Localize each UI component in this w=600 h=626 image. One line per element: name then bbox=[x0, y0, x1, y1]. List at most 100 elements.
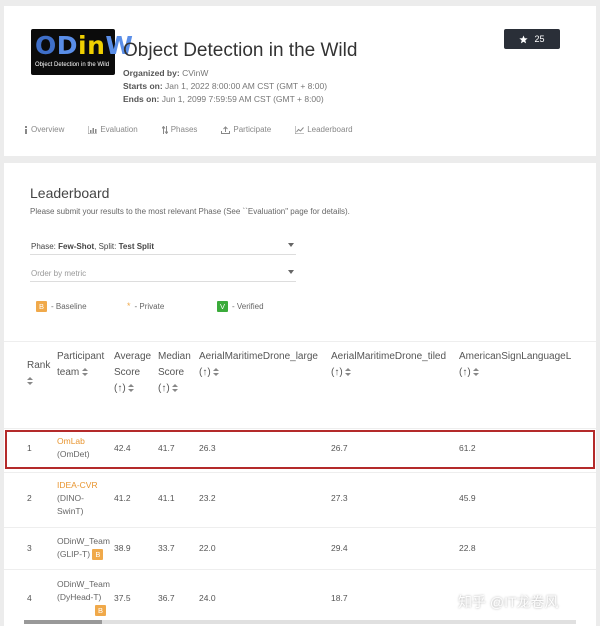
scrollbar-thumb[interactable] bbox=[24, 620, 102, 624]
private-mark: * bbox=[127, 301, 131, 311]
col-aerial-large-header[interactable]: AerialMaritimeDrone_large (↑) bbox=[199, 349, 318, 381]
leaderboard-title: Leaderboard bbox=[30, 185, 110, 201]
score-cell: 18.7 bbox=[331, 593, 348, 603]
avg-cell: 37.5 bbox=[114, 593, 131, 603]
col-median-header[interactable]: Median Score (↑) bbox=[158, 349, 191, 397]
legend-baseline: B - Baseline bbox=[36, 301, 87, 312]
competition-nav: Overview Evaluation Phases Participate L… bbox=[24, 125, 377, 134]
team-cell: ODinW_Team (DyHead-T) B bbox=[57, 578, 110, 616]
tab-overview[interactable]: Overview bbox=[24, 125, 64, 134]
baseline-badge: B bbox=[95, 605, 106, 616]
sort-icon bbox=[345, 367, 352, 377]
score-cell: 22.0 bbox=[199, 543, 216, 553]
upload-icon bbox=[221, 125, 231, 134]
odinw-logo: ODinW Object Detection in the Wild bbox=[31, 29, 133, 75]
col-asl-header[interactable]: AmericanSignLanguageL (↑) bbox=[459, 349, 571, 381]
verified-badge: V bbox=[217, 301, 228, 312]
rank-cell: 2 bbox=[27, 493, 32, 503]
ends-label: Ends on: bbox=[123, 94, 160, 104]
ends-on: Ends on: Jun 1, 2099 7:59:59 AM CST (GMT… bbox=[123, 94, 324, 104]
team-link[interactable]: OmLab bbox=[57, 435, 90, 448]
median-cell: 33.7 bbox=[158, 543, 175, 553]
logo-letter-d: D bbox=[56, 31, 79, 60]
tab-overview-label: Overview bbox=[31, 125, 65, 134]
starts-value: Jan 1, 2022 8:00:00 AM CST (GMT + 8:00) bbox=[165, 81, 328, 91]
team-name[interactable]: ODinW_Team bbox=[57, 535, 110, 548]
order-placeholder: Order by metric bbox=[31, 269, 87, 278]
tab-participate[interactable]: Participate bbox=[221, 125, 271, 134]
team-link[interactable]: IDEA-CVR bbox=[57, 479, 98, 492]
baseline-badge: B bbox=[92, 549, 104, 560]
avg-cell: 38.9 bbox=[114, 543, 131, 553]
split-label: Split: bbox=[98, 242, 117, 251]
score-cell: 22.8 bbox=[459, 543, 476, 553]
star-count: 25 bbox=[534, 34, 545, 44]
avg-cell: 41.2 bbox=[114, 493, 131, 503]
rank-cell: 3 bbox=[27, 543, 32, 553]
median-cell: 36.7 bbox=[158, 593, 175, 603]
median-cell: 41.7 bbox=[158, 443, 175, 453]
score-cell: 61.2 bbox=[459, 443, 476, 453]
sort-icon bbox=[213, 367, 220, 377]
horizontal-scrollbar[interactable] bbox=[24, 620, 576, 624]
score-cell: 45.9 bbox=[459, 493, 476, 503]
tab-leaderboard[interactable]: Leaderboard bbox=[295, 125, 353, 134]
score-cell: 23.2 bbox=[199, 493, 216, 503]
split-value: Test Split bbox=[118, 242, 155, 251]
sort-icon bbox=[82, 367, 89, 377]
info-icon bbox=[25, 125, 27, 134]
score-cell: 27.3 bbox=[331, 493, 348, 503]
sort-icon bbox=[128, 383, 135, 393]
logo-letter-o: O bbox=[35, 31, 57, 60]
chevron-down-icon bbox=[288, 243, 294, 247]
col-team-header[interactable]: Participant team bbox=[57, 349, 104, 381]
tab-participate-label: Participate bbox=[233, 125, 272, 134]
leaderboard-card: Leaderboard Please submit your results t… bbox=[4, 163, 596, 626]
col-aerial-tiled-header[interactable]: AerialMaritimeDrone_tiled (↑) bbox=[331, 349, 446, 381]
divider bbox=[4, 341, 596, 342]
table-row: 3 ODinW_Team (GLIP-T) B 38.9 33.7 22.0 2… bbox=[4, 527, 596, 569]
team-cell: IDEA-CVR (DINO- SwinT) bbox=[57, 479, 98, 516]
line-chart-icon bbox=[295, 125, 305, 134]
col-avg-header[interactable]: Average Score (↑) bbox=[114, 349, 151, 397]
sort-icon bbox=[473, 367, 480, 377]
logo-letters-in: in bbox=[78, 31, 106, 60]
watermark: 知乎 @IT龙卷风 bbox=[458, 594, 559, 610]
ends-value: Jun 1, 2099 7:59:59 AM CST (GMT + 8:00) bbox=[161, 94, 324, 104]
score-cell: 29.4 bbox=[331, 543, 348, 553]
team-cell: OmLab (OmDet) bbox=[57, 435, 90, 459]
score-cell: 24.0 bbox=[199, 593, 216, 603]
table-row: 1 OmLab (OmDet) 42.4 41.7 26.3 26.7 61.2 bbox=[4, 428, 596, 472]
phase-select[interactable]: Phase: Few-Shot, Split: Test Split bbox=[30, 238, 296, 255]
team-name[interactable]: ODinW_Team bbox=[57, 578, 110, 591]
phase-label: Phase: bbox=[31, 242, 56, 251]
tab-phases[interactable]: Phases bbox=[161, 125, 198, 134]
star-button[interactable]: 25 bbox=[504, 29, 560, 49]
starts-on: Starts on: Jan 1, 2022 8:00:00 AM CST (G… bbox=[123, 81, 327, 91]
legend-private: * - Private bbox=[127, 301, 164, 311]
page-title: Object Detection in the Wild bbox=[123, 40, 358, 61]
rank-cell: 1 bbox=[27, 443, 32, 453]
median-cell: 41.1 bbox=[158, 493, 175, 503]
col-rank-header[interactable]: Rank bbox=[27, 358, 50, 390]
score-cell: 26.7 bbox=[331, 443, 348, 453]
logo-subtitle: Object Detection in the Wild bbox=[35, 62, 110, 68]
organized-by: Organized by: CVinW bbox=[123, 68, 208, 78]
team-cell: ODinW_Team (GLIP-T) B bbox=[57, 535, 110, 560]
tab-phases-label: Phases bbox=[170, 125, 198, 134]
tab-leaderboard-label: Leaderboard bbox=[307, 125, 353, 134]
table-row: 2 IDEA-CVR (DINO- SwinT) 41.2 41.1 23.2 … bbox=[4, 472, 596, 527]
tab-evaluation[interactable]: Evaluation bbox=[88, 125, 138, 134]
phase-value: Few-Shot bbox=[58, 242, 95, 251]
sort-arrows-icon bbox=[161, 125, 168, 134]
chevron-down-icon bbox=[288, 270, 294, 274]
baseline-label: - Baseline bbox=[51, 302, 87, 311]
tab-evaluation-label: Evaluation bbox=[100, 125, 138, 134]
competition-header: ODinW Object Detection in the Wild Objec… bbox=[4, 6, 596, 156]
private-label: - Private bbox=[134, 301, 165, 311]
organized-value: CVinW bbox=[182, 68, 209, 78]
starts-label: Starts on: bbox=[123, 81, 163, 91]
order-by-select[interactable]: Order by metric bbox=[30, 265, 296, 282]
legend-verified: V - Verified bbox=[217, 301, 264, 312]
score-cell: 26.3 bbox=[199, 443, 216, 453]
